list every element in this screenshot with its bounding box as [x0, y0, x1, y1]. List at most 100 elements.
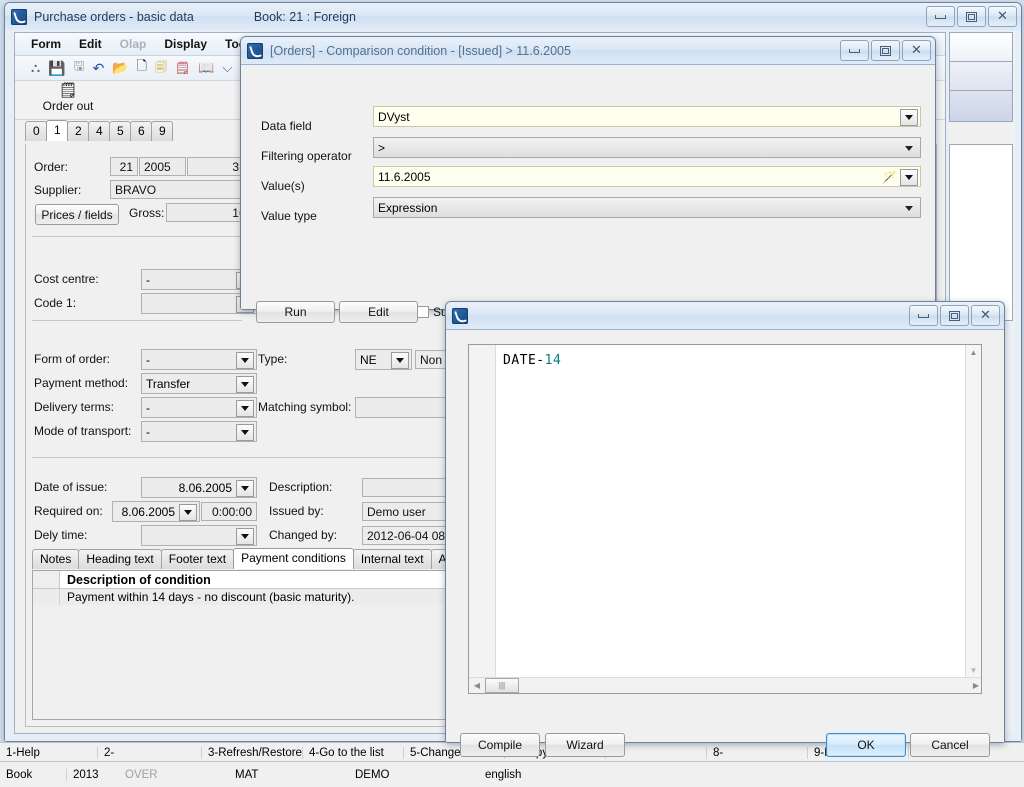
suppress-condition-checkbox[interactable]	[417, 306, 429, 318]
chevron-down-icon[interactable]	[236, 400, 254, 417]
tab-internal-text[interactable]: Internal text	[352, 549, 432, 569]
values-combo[interactable]: 11.6.2005 🪄	[373, 166, 921, 187]
filter-icon[interactable]: ⌵	[222, 60, 232, 76]
mode-of-transport-combo[interactable]: -	[141, 421, 257, 442]
fkey-1[interactable]: 1-Help	[0, 746, 98, 759]
required-on-combo[interactable]: 8.06.2005	[112, 501, 200, 522]
order-number-field[interactable]: 3	[187, 157, 244, 176]
tab-notes[interactable]: Notes	[32, 549, 80, 569]
close-button[interactable]: ✕	[988, 6, 1017, 27]
type-combo[interactable]: NE	[355, 349, 412, 370]
record-tab-4[interactable]: 4	[88, 121, 110, 141]
scroll-up-arrow-icon[interactable]: ▲	[966, 345, 981, 360]
fkey-3[interactable]: 3-Refresh/Restore	[202, 746, 303, 759]
order-year-field[interactable]: 2005	[139, 157, 186, 176]
list-item[interactable]	[950, 62, 1012, 91]
editor-ok-button[interactable]: OK	[826, 733, 906, 757]
maximize-button[interactable]	[957, 6, 986, 27]
code-editor[interactable]: DATE-14 ▲ ▼ ◀ ||| ▶	[468, 344, 982, 694]
right-list-top[interactable]	[949, 32, 1013, 122]
fkey-8[interactable]: 8-	[707, 746, 808, 759]
condition-dialog-titlebar[interactable]: [Orders] - Comparison condition - [Issue…	[241, 37, 935, 65]
chevron-down-icon[interactable]	[900, 169, 918, 186]
scroll-left-arrow-icon[interactable]: ◀	[469, 681, 485, 690]
save-as-icon[interactable]: 🖫	[74, 57, 85, 79]
data-field-combo[interactable]: DVyst	[373, 106, 921, 127]
undo-icon[interactable]: ↶	[93, 60, 105, 77]
record-tab-6[interactable]: 6	[130, 121, 152, 141]
copy-documents-icon[interactable]: 🗐	[155, 58, 167, 79]
structure-icon[interactable]: ⛬	[31, 60, 40, 76]
value-type-combo[interactable]: Expression	[373, 197, 921, 218]
bottom-tabstrip[interactable]: Notes Heading text Footer text Payment c…	[32, 548, 494, 569]
open-folder-icon[interactable]: 📂	[112, 60, 128, 76]
record-tab-9[interactable]: 9	[151, 121, 173, 141]
ribbon-button-order-out[interactable]: 🗒 Order out	[33, 82, 103, 113]
order-book-field[interactable]: 21	[110, 157, 138, 176]
maximize-button[interactable]	[940, 305, 969, 326]
save-icon[interactable]: 💾	[48, 60, 65, 77]
prices-fields-button[interactable]: Prices / fields	[35, 204, 119, 225]
editor-horizontal-scrollbar[interactable]: ◀ ||| ▶	[469, 677, 981, 693]
record-tab-5[interactable]: 5	[109, 121, 131, 141]
wizard-button[interactable]: Wizard	[545, 733, 625, 757]
right-list-middle[interactable]	[949, 144, 1013, 232]
dely-time-combo[interactable]	[141, 525, 257, 546]
minimize-button[interactable]	[840, 40, 869, 61]
chevron-down-icon[interactable]	[236, 352, 254, 369]
record-tab-0[interactable]: 0	[25, 121, 47, 141]
run-button[interactable]: Run	[256, 301, 335, 323]
chevron-down-icon[interactable]	[236, 424, 254, 441]
magic-wand-icon[interactable]: 🪄	[881, 169, 898, 184]
close-button[interactable]: ✕	[971, 305, 1000, 326]
maximize-button[interactable]	[871, 40, 900, 61]
payment-method-combo[interactable]: Transfer	[141, 373, 257, 394]
editor-vertical-scrollbar[interactable]: ▲ ▼	[965, 345, 981, 678]
edit-button[interactable]: Edit	[339, 301, 418, 323]
record-tab-1[interactable]: 1	[46, 120, 68, 141]
editor-cancel-button[interactable]: Cancel	[910, 733, 990, 757]
expression-editor-titlebar[interactable]: ✕	[446, 302, 1004, 330]
record-tabstrip[interactable]: 0 1 2 4 5 6 9	[25, 120, 173, 141]
scroll-right-arrow-icon[interactable]: ▶	[973, 681, 979, 690]
close-button[interactable]: ✕	[902, 40, 931, 61]
chevron-down-icon[interactable]	[236, 376, 254, 393]
book-icon[interactable]: 📖	[198, 60, 214, 76]
code-line[interactable]: DATE-14	[503, 353, 561, 368]
date-of-issue-combo[interactable]: 8.06.2005	[141, 477, 257, 498]
date-of-issue-label: Date of issue:	[34, 480, 108, 494]
chevron-down-icon[interactable]	[900, 109, 918, 126]
tab-footer-text[interactable]: Footer text	[160, 549, 235, 569]
scroll-down-arrow-icon[interactable]: ▼	[966, 663, 981, 678]
fkey-2[interactable]: 2-	[98, 746, 202, 759]
issued-by-label: Issued by:	[269, 504, 324, 518]
chevron-down-icon[interactable]	[904, 144, 914, 152]
horizontal-scroll-thumb[interactable]: |||	[485, 678, 519, 693]
list-item[interactable]	[950, 33, 1012, 62]
grid-column-header-description[interactable]: Description of condition	[60, 573, 211, 587]
menu-item-edit[interactable]: Edit	[79, 37, 102, 51]
minimize-button[interactable]	[926, 6, 955, 27]
filtering-operator-combo[interactable]: >	[373, 137, 921, 158]
tab-payment-conditions[interactable]: Payment conditions	[233, 548, 354, 569]
chevron-down-icon[interactable]	[904, 204, 914, 212]
compile-button[interactable]: Compile	[460, 733, 540, 757]
chevron-down-icon[interactable]	[179, 504, 197, 521]
chevron-down-icon[interactable]	[236, 480, 254, 497]
chevron-down-icon[interactable]	[236, 528, 254, 545]
menu-item-form[interactable]: Form	[31, 37, 61, 51]
main-window-titlebar[interactable]: Purchase orders - basic data Book: 21 : …	[5, 3, 1021, 31]
required-on-time-field[interactable]: 0:00:00	[201, 502, 257, 521]
record-tab-2[interactable]: 2	[67, 121, 89, 141]
menu-item-display[interactable]: Display	[164, 37, 207, 51]
fkey-4[interactable]: 4-Go to the list	[303, 746, 404, 759]
form-of-order-combo[interactable]: -	[141, 349, 257, 370]
row-selector-cell[interactable]	[33, 589, 60, 605]
tab-heading-text[interactable]: Heading text	[78, 549, 162, 569]
chevron-down-icon[interactable]	[391, 352, 409, 369]
minimize-button[interactable]	[909, 305, 938, 326]
delivery-terms-combo[interactable]: -	[141, 397, 257, 418]
paste-document-icon[interactable]: 🗒	[175, 61, 190, 75]
new-document-icon[interactable]: 🗋	[137, 57, 147, 79]
list-item[interactable]	[950, 91, 1012, 121]
